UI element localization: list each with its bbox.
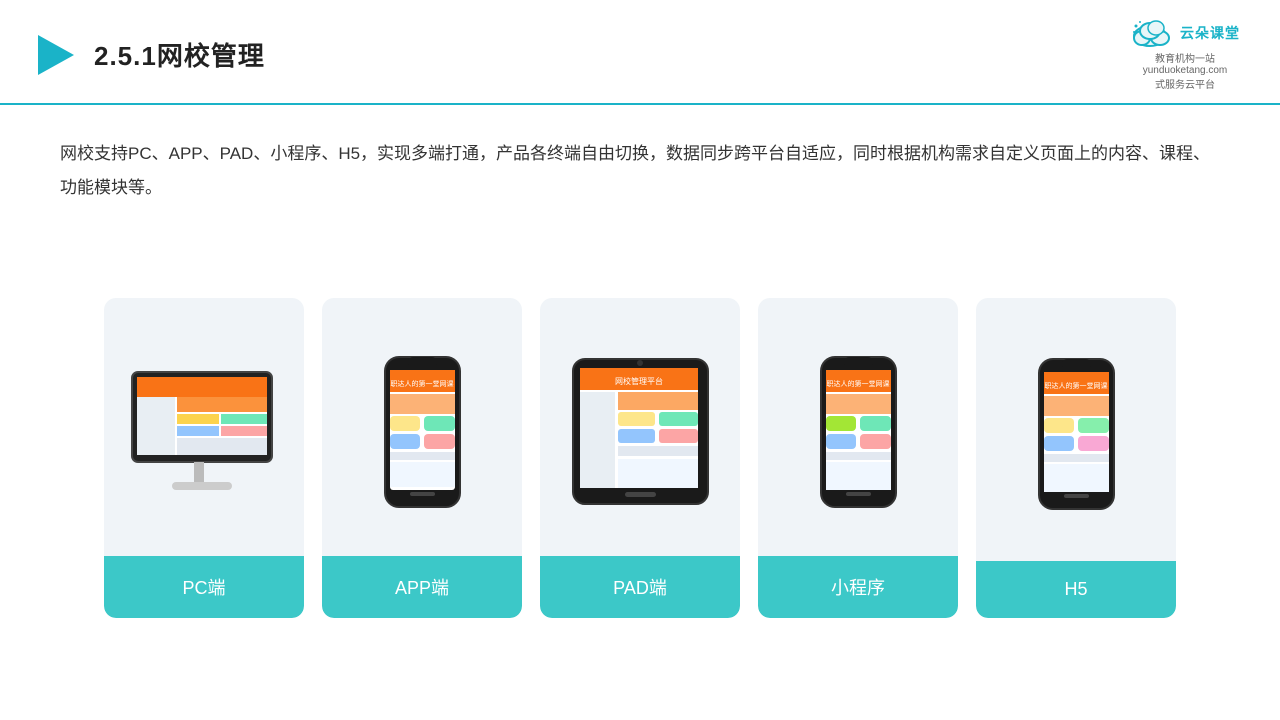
app-icon: 职达人的第一堂网课 xyxy=(380,352,465,512)
card-image-pc xyxy=(104,298,304,556)
header-right: 云朵课堂 教育机构一站 yunduoketang.com 式服务云平台 xyxy=(1130,18,1240,91)
card-image-pad: 网校管理平台 xyxy=(540,298,740,556)
card-label-miniapp: 小程序 xyxy=(758,556,958,618)
description-text: 网校支持PC、APP、PAD、小程序、H5，实现多端打通，产品各终端自由切换，数… xyxy=(60,144,1210,197)
card-pc: PC端 xyxy=(104,298,304,618)
card-image-miniapp: 职达人的第一堂网课 xyxy=(758,298,958,556)
card-label-app: APP端 xyxy=(322,556,522,618)
card-h5: 职达人的第一堂网课 H5 xyxy=(976,298,1176,618)
pad-icon: 网校管理平台 xyxy=(568,354,713,509)
pc-icon xyxy=(127,367,282,497)
svg-text:职达人的第一堂网课: 职达人的第一堂网课 xyxy=(1044,381,1107,390)
card-label-pc: PC端 xyxy=(104,556,304,618)
card-label-pad: PAD端 xyxy=(540,556,740,618)
svg-text:网校管理平台: 网校管理平台 xyxy=(615,376,663,386)
page-title: 2.5.1网校管理 xyxy=(94,36,265,73)
description: 网校支持PC、APP、PAD、小程序、H5，实现多端打通，产品各终端自由切换，数… xyxy=(0,105,1280,215)
header: 2.5.1网校管理 云朵课堂 教育机构一站 xyxy=(0,0,1280,105)
header-left: 2.5.1网校管理 xyxy=(30,31,265,79)
cloud-logo-icon xyxy=(1130,18,1174,48)
brand-name: 云朵课堂 xyxy=(1180,23,1240,43)
card-miniapp: 职达人的第一堂网课 小程序 xyxy=(758,298,958,618)
brand-logo: 云朵课堂 xyxy=(1130,18,1240,48)
miniapp-icon: 职达人的第一堂网课 xyxy=(816,352,901,512)
logo-icon xyxy=(30,31,78,79)
card-image-h5: 职达人的第一堂网课 xyxy=(976,298,1176,561)
svg-text:职达人的第一堂网课: 职达人的第一堂网课 xyxy=(826,379,889,388)
card-label-h5: H5 xyxy=(976,561,1176,618)
svg-text:职达人的第一堂网课: 职达人的第一堂网课 xyxy=(390,379,453,388)
page-container: 2.5.1网校管理 云朵课堂 教育机构一站 xyxy=(0,0,1280,720)
brand-sub: 教育机构一站 yunduoketang.com 式服务云平台 xyxy=(1143,50,1228,91)
card-app: 职达人的第一堂网课 APP端 xyxy=(322,298,522,618)
card-pad: 网校管理平台 PAD端 xyxy=(540,298,740,618)
card-image-app: 职达人的第一堂网课 xyxy=(322,298,522,556)
cards-area: PC端 职达人的第一堂网课 xyxy=(0,215,1280,720)
h5-icon: 职达人的第一堂网课 xyxy=(1034,354,1119,514)
